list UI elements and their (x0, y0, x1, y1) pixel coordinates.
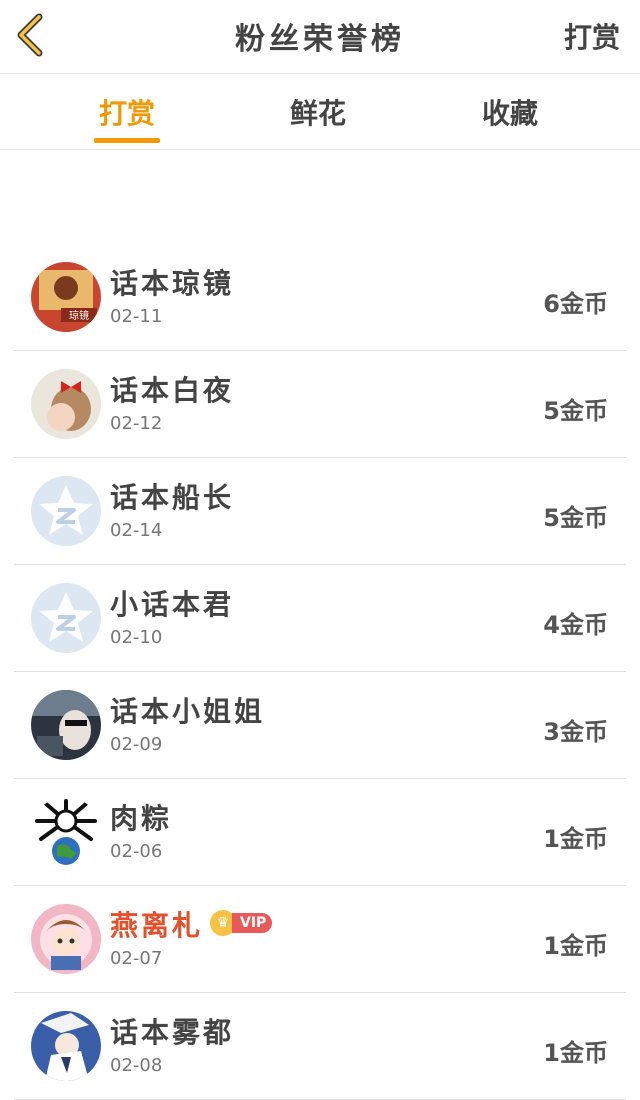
svg-text:琼镜: 琼镜 (69, 309, 89, 322)
reward-amount: 4金币 (543, 611, 608, 639)
top-bar: 粉丝荣誉榜 打赏 (0, 0, 640, 74)
list-item[interactable]: 话本船长 02-14 5金币 (14, 458, 626, 565)
reward-amount: 1金币 (543, 1039, 608, 1067)
reward-date: 02-14 (110, 520, 163, 541)
girl-photo-avatar (31, 369, 101, 439)
reward-date: 02-10 (110, 627, 163, 648)
vip-badge: ♛ VIP (210, 910, 273, 936)
user-name: 话本船长 (110, 481, 235, 514)
tab-flowers[interactable]: 鲜花 (258, 92, 378, 132)
reward-amount: 1金币 (543, 825, 608, 853)
reward-date: 02-09 (110, 734, 163, 755)
cartoon-earth-avatar (31, 797, 101, 867)
tab-reward[interactable]: 打赏 (67, 92, 187, 132)
fan-ranking-list: 琼镜 话本琼镜 02-11 6金币 话本白夜 02-12 5金币 话本船长 02… (0, 244, 640, 1100)
list-item[interactable]: 燕离札 ♛ VIP 02-07 1金币 (14, 886, 626, 993)
reward-date: 02-08 (110, 1055, 163, 1076)
cartoon-boy-avatar (31, 904, 101, 974)
user-name: 话本雾都 (110, 1016, 235, 1049)
list-item[interactable]: 话本小姐姐 02-09 3金币 (14, 672, 626, 779)
reward-amount: 1金币 (543, 932, 608, 960)
list-item[interactable]: 小话本君 02-10 4金币 (14, 565, 626, 672)
reward-amount: 3金币 (543, 718, 608, 746)
reward-date: 02-07 (110, 948, 163, 969)
user-name: 燕离札 (110, 909, 204, 942)
user-name: 话本白夜 (110, 374, 235, 407)
vip-label: VIP (232, 913, 273, 933)
reward-date: 02-11 (110, 306, 163, 327)
list-item[interactable]: 话本白夜 02-12 5金币 (14, 351, 626, 458)
book-cover-avatar: 琼镜 (31, 262, 101, 332)
reward-amount: 5金币 (543, 504, 608, 532)
user-name: 话本琼镜 (110, 267, 235, 300)
reward-date: 02-12 (110, 413, 163, 434)
car-photo-avatar (31, 690, 101, 760)
reward-amount: 5金币 (543, 397, 608, 425)
reward-date: 02-06 (110, 841, 163, 862)
list-item[interactable]: 话本雾都 02-08 1金币 (14, 993, 626, 1100)
list-item[interactable]: 琼镜 话本琼镜 02-11 6金币 (14, 244, 626, 351)
page-title: 粉丝荣誉榜 (235, 22, 405, 57)
user-name: 话本小姐姐 (110, 695, 266, 728)
tab-bar: 打赏 鲜花 收藏 (0, 74, 640, 150)
reward-amount: 6金币 (543, 290, 608, 318)
reward-action-button[interactable]: 打赏 (564, 16, 620, 56)
user-name: 肉粽 (110, 802, 173, 835)
user-name: 小话本君 (110, 588, 235, 621)
default-qzone-avatar (31, 583, 101, 653)
active-tab-indicator (94, 138, 160, 143)
tab-favorites[interactable]: 收藏 (450, 92, 570, 132)
list-item[interactable]: 肉粽 02-06 1金币 (14, 779, 626, 886)
anime-figure-avatar (31, 1011, 101, 1081)
default-qzone-avatar (31, 476, 101, 546)
